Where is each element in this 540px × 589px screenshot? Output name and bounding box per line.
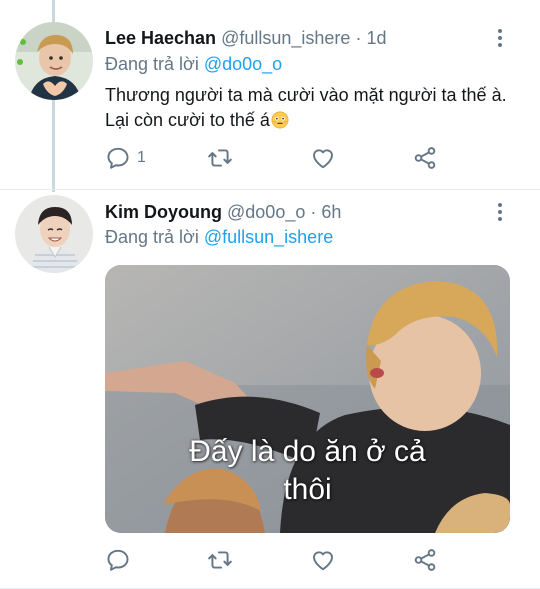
retweet-arrows-icon	[208, 149, 232, 167]
media-caption-line-1: Đấy là do ăn ở cả	[189, 435, 426, 468]
tweet-actions: 1	[105, 145, 445, 171]
reply-count: 1	[137, 149, 146, 166]
share-nodes-icon	[414, 147, 436, 169]
replying-to-label: Đang trả lời	[105, 227, 199, 247]
retweet-button[interactable]	[207, 547, 233, 573]
reply-button[interactable]: 1	[105, 145, 146, 171]
speech-bubble-icon	[107, 147, 129, 169]
tweet-reply-2[interactable]: Kim Doyoung @do0o_o · 6h Đang trả lời @f…	[0, 190, 540, 589]
avatar-image	[15, 195, 93, 273]
replying-to-handle-link[interactable]: @fullsun_ishere	[204, 227, 333, 247]
more-options-button[interactable]	[495, 201, 505, 223]
separator: ·	[310, 202, 317, 222]
tweet-text: Thương người ta mà cười vào mặt người ta…	[105, 83, 515, 133]
replying-to: Đang trả lời @do0o_o	[105, 52, 282, 76]
retweet-arrows-icon	[208, 551, 232, 569]
replying-to-label: Đang trả lời	[105, 54, 199, 74]
like-button[interactable]	[310, 145, 336, 171]
display-name[interactable]: Lee Haechan	[105, 28, 216, 48]
flushed-face-icon	[271, 111, 289, 129]
timestamp[interactable]: 6h	[321, 202, 341, 222]
share-nodes-icon	[414, 549, 436, 571]
retweet-button[interactable]	[207, 145, 233, 171]
tweet-header: Lee Haechan @fullsun_ishere · 1d	[105, 26, 500, 50]
media-caption: Đấy là do ăn ở cả thôi	[105, 433, 510, 509]
vertical-ellipsis-icon	[498, 29, 502, 33]
replying-to-handle-link[interactable]: @do0o_o	[204, 54, 282, 74]
speech-bubble-icon	[107, 549, 129, 571]
tweet-reply-1[interactable]: Lee Haechan @fullsun_ishere · 1d Đang tr…	[0, 0, 540, 190]
user-handle[interactable]: @do0o_o	[227, 202, 305, 222]
vertical-ellipsis-icon	[498, 203, 502, 207]
tweet-header: Kim Doyoung @do0o_o · 6h	[105, 200, 500, 224]
avatar-image	[15, 22, 93, 100]
replying-to: Đang trả lời @fullsun_ishere	[105, 225, 333, 249]
heart-outline-icon	[313, 149, 333, 169]
media-caption-line-2: thôi	[283, 473, 332, 506]
display-name[interactable]: Kim Doyoung	[105, 202, 222, 222]
share-button[interactable]	[412, 547, 438, 573]
avatar[interactable]	[15, 22, 93, 100]
heart-outline-icon	[313, 551, 333, 571]
more-options-button[interactable]	[495, 27, 505, 49]
like-button[interactable]	[310, 547, 336, 573]
timestamp[interactable]: 1d	[366, 28, 386, 48]
media-image[interactable]: Đấy là do ăn ở cả thôi	[105, 265, 510, 533]
separator: ·	[355, 28, 362, 48]
tweet-actions	[105, 547, 445, 573]
reply-button[interactable]	[105, 547, 131, 573]
avatar[interactable]	[15, 195, 93, 273]
share-button[interactable]	[412, 145, 438, 171]
user-handle[interactable]: @fullsun_ishere	[221, 28, 350, 48]
tweet-text-content: Thương người ta mà cười vào mặt người ta…	[105, 85, 507, 130]
